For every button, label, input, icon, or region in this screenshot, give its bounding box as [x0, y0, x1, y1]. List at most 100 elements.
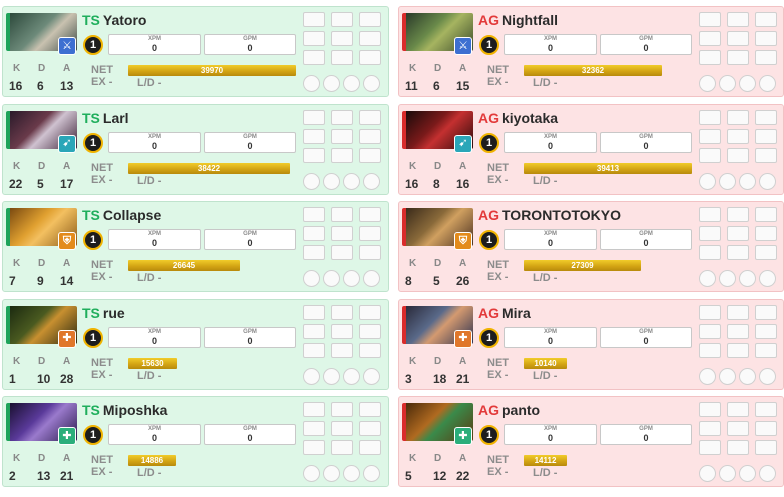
item-slot[interactable]	[359, 50, 381, 65]
item-slot[interactable]	[755, 12, 777, 27]
neutral-item-slot[interactable]	[719, 465, 736, 482]
neutral-item-slot[interactable]	[343, 367, 360, 385]
item-slot[interactable]	[359, 342, 381, 358]
item-slot[interactable]	[331, 402, 353, 417]
item-slot[interactable]	[699, 323, 721, 339]
item-slot[interactable]	[755, 245, 777, 260]
player-card[interactable]: ➹ AG kiyotaka 1 XPM 0 GPM 0 K D A 16 8 16 NET 39413 EX -…	[398, 103, 784, 195]
item-slot[interactable]	[331, 12, 353, 27]
item-slot[interactable]	[699, 128, 721, 144]
item-slot[interactable]	[303, 245, 325, 260]
item-slot[interactable]	[755, 342, 777, 358]
neutral-item-slot[interactable]	[699, 172, 716, 190]
item-slot[interactable]	[359, 12, 381, 27]
neutral-item-slot[interactable]	[699, 270, 716, 287]
neutral-item-slot[interactable]	[739, 465, 756, 482]
item-slot[interactable]	[359, 440, 381, 455]
neutral-item-slot[interactable]	[303, 270, 320, 287]
item-slot[interactable]	[755, 226, 777, 241]
player-card[interactable]: ⚔ AG Nightfall 1 XPM 0 GPM 0 K D A 11 6 15 NET 32362 EX …	[398, 6, 784, 97]
player-card[interactable]: ⛨ TS Collapse 1 XPM 0 GPM 0 K D A 7 9 14 NET 26645 EX -L…	[2, 201, 389, 292]
player-card[interactable]: ✚ TS Miposhka 1 XPM 0 GPM 0 K D A 2 13 21 NET 14886 EX -…	[2, 396, 389, 487]
item-slot[interactable]	[303, 12, 325, 27]
neutral-item-slot[interactable]	[759, 270, 776, 287]
neutral-item-slot[interactable]	[699, 465, 716, 482]
neutral-item-slot[interactable]	[303, 172, 320, 190]
neutral-item-slot[interactable]	[303, 465, 320, 482]
item-slot[interactable]	[727, 147, 749, 163]
item-slot[interactable]	[727, 109, 749, 125]
item-slot[interactable]	[331, 323, 353, 339]
item-slot[interactable]	[755, 304, 777, 320]
item-slot[interactable]	[303, 128, 325, 144]
item-slot[interactable]	[303, 50, 325, 65]
item-slot[interactable]	[727, 304, 749, 320]
item-slot[interactable]	[699, 109, 721, 125]
player-card[interactable]: ✚ AG panto 1 XPM 0 GPM 0 K D A 5 12 22 NET 14112 EX - L/D…	[398, 396, 784, 487]
item-slot[interactable]	[727, 50, 749, 65]
neutral-item-slot[interactable]	[363, 172, 380, 190]
item-slot[interactable]	[727, 12, 749, 27]
neutral-item-slot[interactable]	[323, 270, 340, 287]
neutral-item-slot[interactable]	[739, 367, 756, 385]
item-slot[interactable]	[331, 207, 353, 222]
item-slot[interactable]	[755, 128, 777, 144]
neutral-item-slot[interactable]	[343, 270, 360, 287]
item-slot[interactable]	[359, 421, 381, 436]
neutral-item-slot[interactable]	[363, 270, 380, 287]
item-slot[interactable]	[331, 245, 353, 260]
player-name-row[interactable]: TS Larl	[82, 110, 129, 126]
item-slot[interactable]	[699, 342, 721, 358]
neutral-item-slot[interactable]	[759, 172, 776, 190]
item-slot[interactable]	[755, 109, 777, 125]
item-slot[interactable]	[303, 402, 325, 417]
item-slot[interactable]	[727, 31, 749, 46]
player-card[interactable]: ⚔ TS Yatoro 1 XPM 0 GPM 0 K D A 16 6 13 NET 39970 EX - L/…	[2, 6, 389, 97]
item-slot[interactable]	[331, 421, 353, 436]
neutral-item-slot[interactable]	[719, 75, 736, 92]
item-slot[interactable]	[359, 31, 381, 46]
neutral-item-slot[interactable]	[759, 367, 776, 385]
neutral-item-slot[interactable]	[739, 270, 756, 287]
item-slot[interactable]	[727, 245, 749, 260]
item-slot[interactable]	[303, 421, 325, 436]
item-slot[interactable]	[727, 440, 749, 455]
neutral-item-slot[interactable]	[303, 367, 320, 385]
item-slot[interactable]	[303, 304, 325, 320]
player-name-row[interactable]: TS Collapse	[82, 207, 161, 223]
player-card[interactable]: ➹ TS Larl 1 XPM 0 GPM 0 K D A 22 5 17 NET 38422 EX - L/D …	[2, 103, 389, 195]
item-slot[interactable]	[303, 207, 325, 222]
neutral-item-slot[interactable]	[363, 465, 380, 482]
neutral-item-slot[interactable]	[323, 172, 340, 190]
player-card[interactable]: ✚ TS rue 1 XPM 0 GPM 0 K D A 1 10 28 NET 15630 EX - L/D -	[2, 298, 389, 390]
neutral-item-slot[interactable]	[343, 465, 360, 482]
item-slot[interactable]	[755, 147, 777, 163]
neutral-item-slot[interactable]	[759, 465, 776, 482]
item-slot[interactable]	[727, 421, 749, 436]
item-slot[interactable]	[699, 421, 721, 436]
neutral-item-slot[interactable]	[699, 75, 716, 92]
item-slot[interactable]	[303, 31, 325, 46]
item-slot[interactable]	[727, 207, 749, 222]
item-slot[interactable]	[755, 207, 777, 222]
item-slot[interactable]	[699, 304, 721, 320]
item-slot[interactable]	[699, 12, 721, 27]
item-slot[interactable]	[359, 147, 381, 163]
player-name-row[interactable]: AG Mira	[478, 305, 531, 321]
neutral-item-slot[interactable]	[719, 172, 736, 190]
item-slot[interactable]	[331, 226, 353, 241]
item-slot[interactable]	[755, 50, 777, 65]
neutral-item-slot[interactable]	[739, 75, 756, 92]
neutral-item-slot[interactable]	[363, 367, 380, 385]
item-slot[interactable]	[331, 147, 353, 163]
item-slot[interactable]	[331, 31, 353, 46]
neutral-item-slot[interactable]	[343, 172, 360, 190]
item-slot[interactable]	[727, 323, 749, 339]
neutral-item-slot[interactable]	[323, 367, 340, 385]
item-slot[interactable]	[359, 402, 381, 417]
item-slot[interactable]	[755, 440, 777, 455]
item-slot[interactable]	[727, 226, 749, 241]
player-name-row[interactable]: AG kiyotaka	[478, 110, 558, 126]
player-name-row[interactable]: TS rue	[82, 305, 125, 321]
player-name-row[interactable]: TS Yatoro	[82, 12, 146, 28]
